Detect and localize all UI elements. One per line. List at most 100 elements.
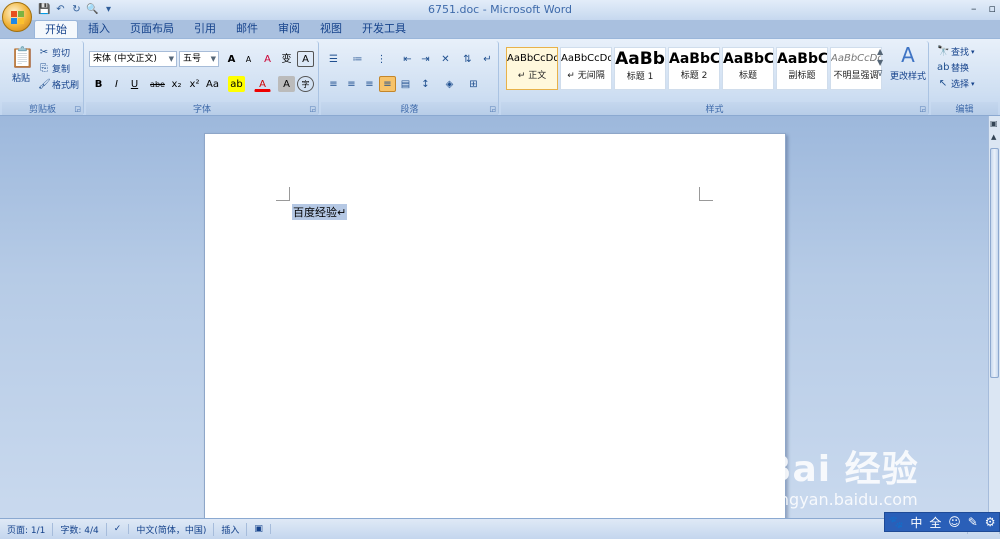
style-name: 副标题 xyxy=(788,71,816,81)
paw-icon[interactable]: 🐾 xyxy=(888,515,903,529)
tab-view[interactable]: 视图 xyxy=(310,20,352,38)
language-indicator[interactable]: 中文(简体，中国) xyxy=(129,522,215,536)
clipboard-group-label: 剪贴板 xyxy=(2,102,83,115)
numbering-button[interactable]: ≔ xyxy=(349,51,366,67)
strikethrough-button[interactable]: abe xyxy=(149,76,166,92)
styles-launcher-icon[interactable]: ◲ xyxy=(919,105,926,113)
decrease-indent-button[interactable]: ⇤ xyxy=(399,51,416,67)
style-sample: AaBbCcDd xyxy=(831,53,881,64)
phonetic-guide-button[interactable]: 变 xyxy=(278,51,295,67)
clipboard-launcher-icon[interactable]: ◲ xyxy=(74,105,81,113)
italic-button[interactable]: I xyxy=(108,76,125,92)
tab-developer[interactable]: 开发工具 xyxy=(352,20,416,38)
shading-button[interactable]: ◈ xyxy=(441,76,458,92)
sort-icon: ⇅ xyxy=(463,54,472,65)
styles-group: AaBbCcDd ↵ 正文 AaBbCcDd ↵ 无间隔 AaBb 标题 1 AaBb… xyxy=(501,41,929,115)
shrink-font-button[interactable]: A xyxy=(240,51,257,67)
char-border-button[interactable]: A xyxy=(297,51,314,67)
document-page[interactable]: 百度经验↵ xyxy=(204,133,786,533)
align-right-button[interactable]: ≡ xyxy=(361,76,378,92)
tab-page-layout[interactable]: 页面布局 xyxy=(120,20,184,38)
style-heading-1[interactable]: AaBb 标题 1 xyxy=(614,47,666,90)
cut-button[interactable]: ✂ 剪切 xyxy=(38,46,70,60)
style-no-spacing[interactable]: AaBbCcDd ↵ 无间隔 xyxy=(560,47,612,90)
ime-chinese-toggle[interactable]: 中 xyxy=(910,514,922,531)
style-heading-2[interactable]: AaBbC 标题 2 xyxy=(668,47,720,90)
font-size-select[interactable]: 五号 ▼ xyxy=(179,51,219,67)
bullets-button[interactable]: ☰ xyxy=(325,51,342,67)
multilevel-list-icon: ⋮ xyxy=(376,54,387,65)
highlight-button[interactable]: ab xyxy=(228,76,245,92)
replace-icon: ab xyxy=(937,61,950,73)
scroll-up-icon[interactable]: ▲ xyxy=(991,133,996,141)
char-shading-button[interactable]: A xyxy=(278,76,295,92)
replace-button[interactable]: ab 替换 xyxy=(937,61,969,75)
distribute-button[interactable]: ▤ xyxy=(397,76,414,92)
style-subtitle[interactable]: AaBbC 副标题 xyxy=(776,47,828,90)
change-styles-icon: A xyxy=(901,43,915,67)
justify-button[interactable]: ≡ xyxy=(379,76,396,92)
settings-icon[interactable]: ⚙ xyxy=(985,515,996,529)
align-center-icon: ≡ xyxy=(347,79,356,90)
ime-fullwidth-toggle[interactable]: 全 xyxy=(929,514,941,531)
macro-record-icon[interactable]: ▣ xyxy=(247,524,271,534)
ribbon-tabs: 开始 插入 页面布局 引用 邮件 审阅 视图 开发工具 xyxy=(34,20,416,38)
office-button[interactable] xyxy=(2,2,32,32)
enclose-char-button[interactable]: 字 xyxy=(297,76,314,92)
grow-font-button[interactable]: A xyxy=(223,51,240,67)
tab-insert[interactable]: 插入 xyxy=(78,20,120,38)
copy-icon: ⎘ xyxy=(40,62,48,74)
proofing-icon[interactable]: ✓ xyxy=(107,524,130,534)
tab-home[interactable]: 开始 xyxy=(34,20,78,38)
multilevel-list-button[interactable]: ⋮ xyxy=(373,51,390,67)
pen-icon[interactable]: ✎ xyxy=(968,515,978,529)
superscript-button[interactable]: x² xyxy=(186,76,203,92)
line-spacing-button[interactable]: ↕ xyxy=(417,76,434,92)
insert-mode[interactable]: 插入 xyxy=(214,522,248,536)
align-left-button[interactable]: ≡ xyxy=(325,76,342,92)
font-color-button[interactable]: A xyxy=(254,76,271,92)
document-text[interactable]: 百度经验↵ xyxy=(292,204,348,220)
word-count[interactable]: 字数: 4/4 xyxy=(53,522,107,536)
change-styles-button[interactable]: A 更改样式 xyxy=(889,43,927,82)
scroll-thumb[interactable] xyxy=(990,148,999,378)
tab-review[interactable]: 审阅 xyxy=(268,20,310,38)
clear-format-button[interactable]: A xyxy=(259,51,276,67)
find-button[interactable]: 🔭 查找 ▾ xyxy=(937,45,975,59)
bold-button[interactable]: B xyxy=(90,76,107,92)
style-normal[interactable]: AaBbCcDd ↵ 正文 xyxy=(506,47,558,90)
styles-scroll[interactable]: ▲ ▼ ⊽ xyxy=(877,47,883,78)
sort-button[interactable]: ⇅ xyxy=(459,51,476,67)
increase-indent-button[interactable]: ⇥ xyxy=(417,51,434,67)
borders-button[interactable]: ⊞ xyxy=(465,76,482,92)
style-name: ↵ 无间隔 xyxy=(567,71,605,81)
more-icon: ⊽ xyxy=(877,69,883,78)
style-title[interactable]: AaBbC 标题 xyxy=(722,47,774,90)
paste-button[interactable]: 📋 粘贴 xyxy=(8,45,35,84)
style-name: ↵ 正文 xyxy=(517,71,547,81)
editing-group: 🔭 查找 ▾ ab 替换 ↖ 选择 ▾ 编辑 xyxy=(931,41,998,115)
style-name: 标题 xyxy=(738,71,757,81)
style-subtle-emphasis[interactable]: AaBbCcDd 不明显强调 xyxy=(830,47,882,90)
paragraph-launcher-icon[interactable]: ◲ xyxy=(489,105,496,113)
show-marks-button[interactable]: ↵ xyxy=(479,51,496,67)
copy-button[interactable]: ⎘ 复制 xyxy=(38,62,70,76)
subscript-button[interactable]: x₂ xyxy=(168,76,185,92)
font-launcher-icon[interactable]: ◲ xyxy=(309,105,316,113)
tab-references[interactable]: 引用 xyxy=(184,20,226,38)
paste-label: 粘贴 xyxy=(11,74,30,84)
format-painter-button[interactable]: 🖌 格式刷 xyxy=(38,78,79,92)
chinese-layout-button[interactable]: ✕ xyxy=(437,51,454,67)
select-button[interactable]: ↖ 选择 ▾ xyxy=(937,77,975,91)
watermark-url: jingyan.baidu.com xyxy=(770,490,918,509)
minimize-button[interactable]: – xyxy=(971,2,977,15)
change-case-button[interactable]: Aa xyxy=(204,76,221,92)
restore-button[interactable]: ▫ xyxy=(989,2,996,15)
smiley-icon[interactable]: ☺ xyxy=(948,515,961,529)
ruler-toggle-icon[interactable]: ▣ xyxy=(990,119,998,128)
page-count[interactable]: 页面: 1/1 xyxy=(0,522,54,536)
tab-mailings[interactable]: 邮件 xyxy=(226,20,268,38)
font-name-select[interactable]: 宋体 (中文正文) ▼ xyxy=(89,51,177,67)
underline-button[interactable]: U xyxy=(126,76,143,92)
align-center-button[interactable]: ≡ xyxy=(343,76,360,92)
